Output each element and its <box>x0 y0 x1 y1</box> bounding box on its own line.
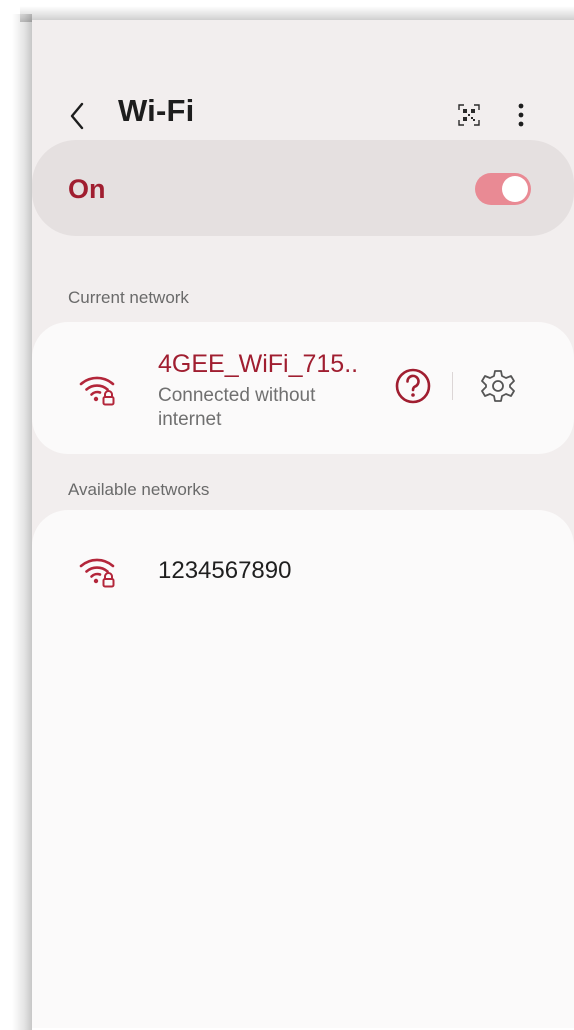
gear-icon <box>481 370 515 402</box>
more-vertical-icon <box>518 103 524 127</box>
qr-code-scan-icon <box>458 104 480 126</box>
screenshot-frame: Wi-Fi On Current network 4GEE_WiFi_715..… <box>0 0 574 1030</box>
current-network-name: 4GEE_WiFi_715.. <box>158 350 359 378</box>
current-network-heading: Current network <box>68 288 189 307</box>
wifi-toggle-label: On <box>68 174 106 204</box>
page-title: Wi-Fi <box>118 93 195 128</box>
frame-shadow-left <box>12 14 32 1030</box>
network-help-button[interactable] <box>394 367 432 405</box>
current-network-status: Connected without internet <box>158 385 316 430</box>
wifi-lock-icon <box>79 558 115 588</box>
question-circle-icon <box>395 368 431 404</box>
qr-code-button[interactable] <box>454 100 484 130</box>
available-network-item[interactable] <box>32 540 574 604</box>
switch-thumb <box>502 176 528 202</box>
network-settings-button[interactable] <box>480 368 516 404</box>
action-divider <box>452 372 453 400</box>
wifi-settings-screen: Wi-Fi On Current network 4GEE_WiFi_715..… <box>32 20 574 1028</box>
more-options-button[interactable] <box>506 98 536 132</box>
chevron-left-icon <box>70 102 84 130</box>
available-network-name: 1234567890 <box>158 557 292 584</box>
wifi-lock-icon <box>79 376 115 406</box>
available-networks-heading: Available networks <box>68 480 210 499</box>
wifi-toggle-switch[interactable] <box>475 173 531 205</box>
back-button[interactable] <box>62 94 92 138</box>
